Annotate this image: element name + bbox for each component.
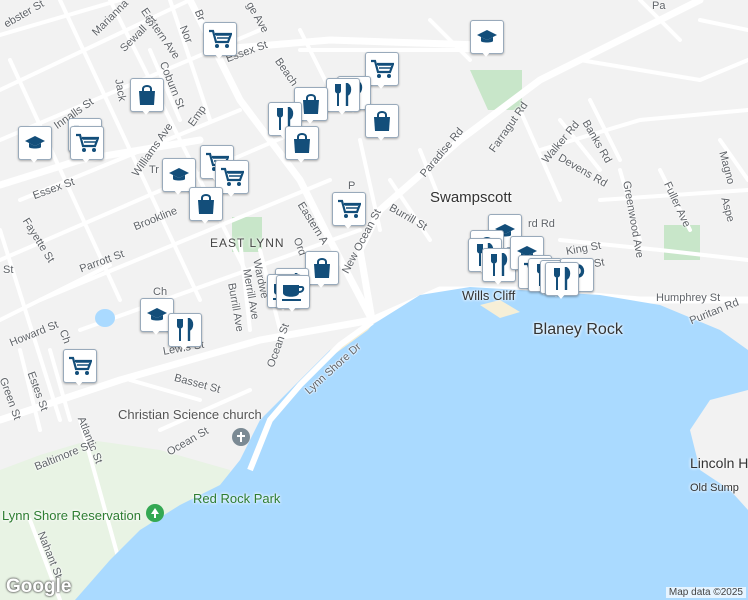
- shopping-bag-icon: [301, 93, 321, 115]
- shopping-cart-icon: [220, 166, 244, 188]
- place-old-sump: Old Sump: [690, 482, 739, 494]
- place-lincoln-house: Lincoln House P: [690, 455, 748, 471]
- restaurant-icon: [489, 253, 509, 277]
- restaurant-icon: [175, 318, 195, 342]
- neighborhood-label: EAST LYNN: [210, 236, 285, 250]
- park-red-rock: Red Rock Park: [193, 491, 281, 506]
- place-blaney-rock: Blaney Rock: [533, 321, 623, 338]
- street-tr: Tr: [149, 164, 159, 176]
- shopping-bag-icon: [372, 110, 392, 132]
- street-rd-short: rd Rd: [528, 218, 555, 230]
- shopping-bag-pin[interactable]: [189, 187, 223, 224]
- restaurant-pin[interactable]: [168, 313, 202, 350]
- shopping-cart-pin[interactable]: [63, 349, 97, 386]
- graduation-cap-pin[interactable]: [18, 126, 52, 163]
- street-humphrey-st: Humphrey St: [656, 292, 721, 304]
- street-p: P: [348, 180, 356, 192]
- shopping-bag-icon: [292, 132, 312, 154]
- restaurant-pin[interactable]: [545, 262, 579, 299]
- shopping-cart-icon: [208, 28, 232, 50]
- park-lynn-shore-reservation: Lynn Shore Reservation: [2, 508, 141, 523]
- shopping-bag-icon: [137, 84, 157, 106]
- shopping-bag-icon: [312, 257, 332, 279]
- park-icon[interactable]: [146, 504, 164, 522]
- graduation-cap-icon: [476, 28, 498, 46]
- graduation-cap-pin[interactable]: [470, 20, 504, 57]
- shopping-bag-pin[interactable]: [130, 78, 164, 115]
- town-label: Swampscott: [430, 189, 512, 206]
- shopping-cart-icon: [370, 58, 394, 80]
- shopping-bag-icon: [196, 193, 216, 215]
- restaurant-icon: [552, 267, 572, 291]
- church-icon[interactable]: [232, 428, 250, 446]
- shopping-cart-icon: [337, 198, 361, 220]
- coffee-pin[interactable]: [276, 275, 310, 312]
- shopping-cart-pin[interactable]: [70, 126, 104, 163]
- map-attribution: Map data ©2025: [665, 587, 746, 598]
- shopping-cart-pin[interactable]: [203, 22, 237, 59]
- map-canvas[interactable]: EAST LYNN Swampscott Blaney Rock Wills C…: [0, 0, 748, 600]
- graduation-cap-icon: [168, 166, 190, 184]
- graduation-cap-icon: [146, 306, 168, 324]
- graduation-cap-icon: [24, 134, 46, 152]
- shopping-bag-pin[interactable]: [285, 126, 319, 163]
- shopping-cart-icon: [75, 132, 99, 154]
- street-st-short: St: [3, 264, 14, 276]
- street-chatham: Ch: [153, 286, 168, 298]
- coffee-icon: [281, 282, 305, 302]
- shopping-cart-pin[interactable]: [332, 192, 366, 229]
- poi-christian-science-church: Christian Science church: [118, 407, 262, 422]
- shopping-cart-icon: [68, 355, 92, 377]
- shopping-bag-pin[interactable]: [365, 104, 399, 141]
- restaurant-pin[interactable]: [326, 78, 360, 115]
- place-wills-cliff: Wills Cliff: [462, 288, 516, 303]
- restaurant-icon: [333, 83, 353, 107]
- google-logo: Google: [6, 576, 72, 597]
- street-pa: Pa: [652, 0, 666, 12]
